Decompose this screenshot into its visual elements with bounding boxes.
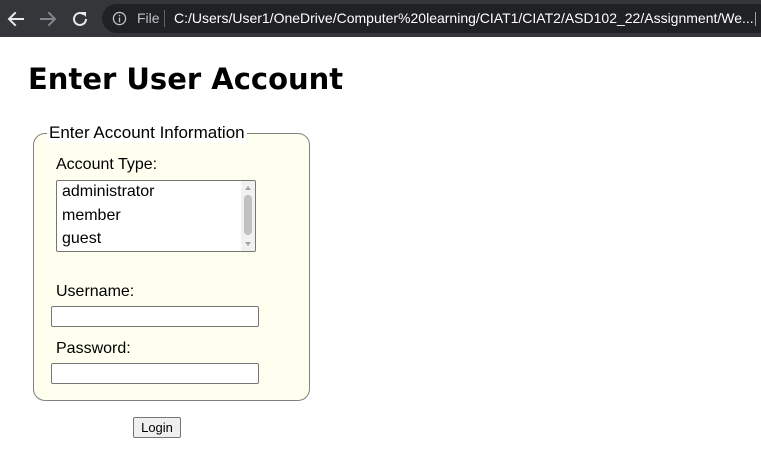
reload-button[interactable] xyxy=(69,8,91,30)
password-label: Password: xyxy=(56,340,131,357)
file-scheme-label: File xyxy=(137,10,160,26)
toolbar-edge xyxy=(755,12,761,26)
scroll-down-icon[interactable] xyxy=(245,242,251,246)
page-title: Enter User Account xyxy=(28,62,344,96)
username-label: Username: xyxy=(56,283,135,300)
fieldset-legend: Enter Account Information xyxy=(47,123,247,143)
back-arrow-icon xyxy=(7,11,24,27)
info-icon[interactable] xyxy=(112,11,127,26)
reload-icon xyxy=(73,11,87,26)
account-type-option[interactable]: guest xyxy=(62,230,101,248)
listbox-scrollbar[interactable] xyxy=(241,181,255,251)
account-type-option[interactable]: administrator xyxy=(62,183,154,201)
scroll-thumb[interactable] xyxy=(244,195,252,235)
account-type-label: Account Type: xyxy=(56,156,158,173)
forward-button[interactable] xyxy=(37,8,59,30)
password-input[interactable] xyxy=(51,363,259,384)
back-button[interactable] xyxy=(5,8,27,30)
browser-toolbar: File C:/Users/User1/OneDrive/Computer%20… xyxy=(0,0,761,37)
address-bar[interactable]: File C:/Users/User1/OneDrive/Computer%20… xyxy=(102,4,761,33)
address-divider xyxy=(164,10,165,27)
account-type-option[interactable]: member xyxy=(62,207,121,225)
username-input[interactable] xyxy=(51,306,259,327)
login-button[interactable]: Login xyxy=(133,417,181,438)
account-type-listbox[interactable]: administrator member guest xyxy=(56,180,256,252)
forward-arrow-icon xyxy=(40,11,57,27)
scroll-up-icon[interactable] xyxy=(245,186,251,190)
url-text[interactable]: C:/Users/User1/OneDrive/Computer%20learn… xyxy=(174,10,754,26)
